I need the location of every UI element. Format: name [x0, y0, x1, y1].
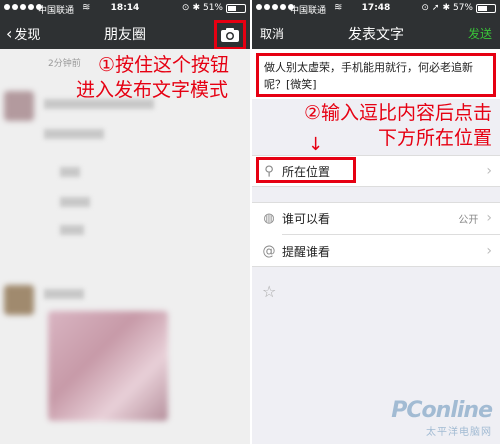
chevron-right-icon: › — [486, 243, 492, 259]
post-text-blurred — [60, 167, 80, 177]
navigation-bar: ‹ 发现 朋友圈 — [0, 17, 250, 50]
annotation-line: ②输入逗比内容后点击 — [303, 102, 492, 124]
page-title: 朋友圈 — [104, 27, 146, 43]
globe-icon: ◍ — [263, 210, 275, 226]
remind-label: 提醒谁看 — [282, 244, 331, 259]
battery-percent: 57% — [452, 3, 473, 13]
remind-row[interactable]: @ 提醒谁看 › — [252, 235, 500, 267]
location-arrow-icon: ➚ — [431, 3, 440, 13]
moments-feed — [0, 49, 250, 444]
visibility-label: 谁可以看 — [282, 211, 331, 226]
page-title: 发表文字 — [348, 27, 404, 43]
battery-icon — [226, 3, 246, 13]
lock-icon: ⊙ — [421, 3, 429, 13]
battery-icon — [476, 3, 496, 13]
at-icon: @ — [262, 243, 276, 259]
post-text-blurred — [44, 129, 104, 139]
post-text-blurred — [60, 197, 90, 207]
compose-text-screen: 中国联通 ≋ 17:48 ⊙ ➚ ✱ 57% 取消 发表文字 发送 做人别太虚荣… — [252, 0, 500, 444]
lock-icon: ⊙ — [181, 3, 190, 13]
avatar — [4, 91, 34, 121]
chevron-right-icon: › — [486, 210, 492, 226]
annotation-arrow: ↓ — [308, 134, 324, 155]
watermark-logo: PConline — [391, 398, 493, 423]
battery-percent: 51% — [202, 3, 223, 13]
annotation-line: ①按住这个按钮 — [98, 54, 230, 76]
location-highlight — [256, 157, 356, 183]
chevron-right-icon: › — [486, 163, 492, 179]
navigation-bar: 取消 发表文字 发送 — [252, 17, 500, 49]
annotation-line: 进入发布文字模式 — [76, 79, 229, 101]
send-button[interactable]: 发送 — [468, 25, 492, 42]
camera-button[interactable] — [214, 20, 246, 50]
post-photo — [48, 311, 168, 421]
visibility-row[interactable]: ◍ 谁可以看 公开 › — [252, 202, 500, 234]
camera-icon — [221, 28, 239, 42]
compose-area: 做人别太虚荣，手机能用就行，何必老追新呢？[微笑] — [252, 49, 500, 99]
status-bar: 中国联通 ≋ 17:48 ⊙ ➚ ✱ 57% — [252, 0, 500, 17]
status-bar: 中国联通 ≋ 18:14 ⊙ ✱ 51% — [0, 0, 250, 17]
watermark-subtitle: 太平洋电脑网 — [426, 427, 492, 438]
post-text-blurred — [60, 225, 84, 235]
post-text-blurred — [44, 289, 84, 299]
bluetooth-icon: ✱ — [442, 3, 450, 13]
annotation-step-1: ①按住这个按钮 进入发布文字模式 — [76, 54, 230, 101]
star-icon[interactable]: ☆ — [262, 282, 276, 301]
location-row[interactable]: ⚲ 所在位置 › — [252, 155, 500, 187]
compose-text-input[interactable]: 做人别太虚荣，手机能用就行，何必老追新呢？[微笑] — [256, 53, 496, 97]
bluetooth-icon: ✱ — [192, 3, 200, 13]
watermark: PConline 太平洋电脑网 — [391, 398, 493, 438]
visibility-value: 公开 — [458, 214, 479, 226]
post-timestamp: 2分钟前 — [48, 59, 81, 69]
moments-screen: 中国联通 ≋ 18:14 ⊙ ✱ 51% ‹ 发现 朋友圈 2分钟前 ①按住这个… — [0, 0, 250, 444]
avatar — [4, 285, 34, 315]
